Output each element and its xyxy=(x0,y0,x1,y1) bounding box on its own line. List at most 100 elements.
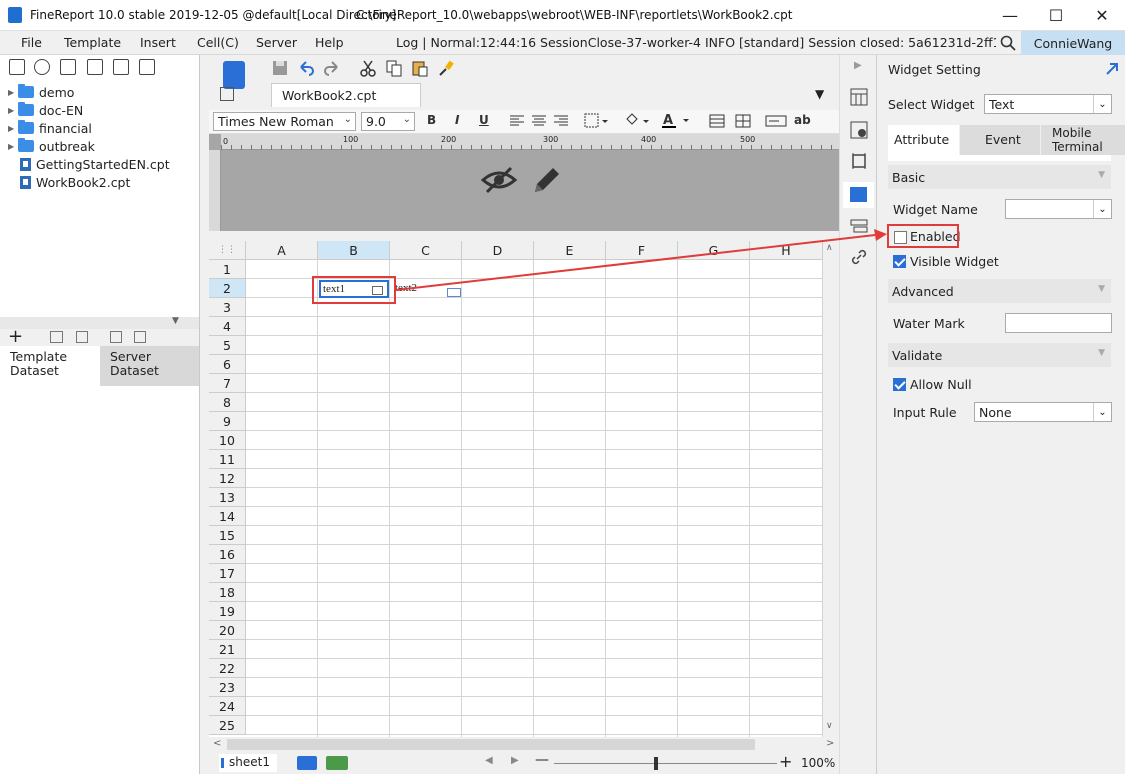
row-header[interactable]: 2 xyxy=(209,279,246,298)
row-header[interactable]: 18 xyxy=(209,583,246,602)
menu-server[interactable]: Server xyxy=(256,35,297,50)
cut-icon[interactable] xyxy=(359,59,377,77)
menu-help[interactable]: Help xyxy=(315,35,344,50)
close-button[interactable]: ✕ xyxy=(1079,0,1125,31)
expand-icon[interactable]: ▶ xyxy=(8,124,18,133)
font-name-select[interactable]: Times New Roman ⌄ xyxy=(213,112,356,131)
scroll-thumb[interactable] xyxy=(227,739,755,750)
copy-icon[interactable] xyxy=(139,59,155,75)
log-message[interactable]: Log | Normal:12:44:16 SessionClose-37-wo… xyxy=(396,35,996,50)
tree-folder-doc-en[interactable]: ▶ doc-EN xyxy=(8,101,83,119)
sheet-tab[interactable]: sheet1 xyxy=(219,754,277,772)
delete-dataset-icon[interactable] xyxy=(76,331,88,343)
column-header-d[interactable]: D xyxy=(462,241,534,260)
menu-template[interactable]: Template xyxy=(64,35,121,50)
tree-folder-outbreak[interactable]: ▶ outbreak xyxy=(8,137,95,155)
format-painter-icon[interactable] xyxy=(437,59,455,77)
row-header[interactable]: 15 xyxy=(209,526,246,545)
save-icon[interactable] xyxy=(271,59,289,77)
row-header[interactable]: 4 xyxy=(209,317,246,336)
merge-cells-icon[interactable] xyxy=(709,114,725,128)
row-header[interactable]: 10 xyxy=(209,431,246,450)
expand-right-icon[interactable]: ▶ xyxy=(854,60,862,71)
vertical-scrollbar[interactable]: ∧ ∨ xyxy=(823,241,839,737)
select-widget-dropdown[interactable]: Text ⌄ xyxy=(984,94,1112,114)
grid-icon[interactable] xyxy=(220,87,234,101)
prev-sheet-icon[interactable]: ◀ xyxy=(485,755,493,766)
column-header-g[interactable]: G xyxy=(678,241,750,260)
row-header[interactable]: 13 xyxy=(209,488,246,507)
settings-icon[interactable] xyxy=(87,59,103,75)
zoom-slider-handle[interactable] xyxy=(654,757,658,770)
new-folder-icon[interactable] xyxy=(9,59,25,75)
border-frame-icon[interactable] xyxy=(850,152,868,170)
tab-server-dataset[interactable]: Server Dataset xyxy=(100,346,199,386)
row-header[interactable]: 12 xyxy=(209,469,246,488)
zoom-slider[interactable] xyxy=(554,763,777,764)
expand-icon[interactable]: ▶ xyxy=(8,106,18,115)
paste-icon[interactable] xyxy=(411,59,429,77)
visible-widget-checkbox[interactable] xyxy=(893,255,906,268)
widget-setting-tab[interactable] xyxy=(843,182,874,208)
section-validate[interactable]: Validate ▼ xyxy=(888,343,1111,367)
vertical-splitter[interactable] xyxy=(200,55,209,774)
panel-splitter[interactable]: ▼ xyxy=(0,316,199,329)
cell-element-icon[interactable] xyxy=(850,88,868,106)
italic-button[interactable]: I xyxy=(455,113,459,127)
scroll-left-icon[interactable]: < xyxy=(213,738,221,749)
section-basic[interactable]: Basic ▼ xyxy=(888,165,1111,189)
row-header[interactable]: 20 xyxy=(209,621,246,640)
next-sheet-icon[interactable]: ▶ xyxy=(511,755,519,766)
column-header-h[interactable]: H xyxy=(750,241,823,260)
scroll-right-icon[interactable]: > xyxy=(826,738,834,749)
row-header[interactable]: 9 xyxy=(209,412,246,431)
bold-button[interactable]: B xyxy=(427,113,436,127)
tree-folder-demo[interactable]: ▶ demo xyxy=(8,83,74,101)
hide-eye-icon[interactable] xyxy=(481,164,517,196)
expand-icon[interactable]: ▶ xyxy=(8,142,18,151)
column-header-e[interactable]: E xyxy=(534,241,606,260)
font-color-icon[interactable]: A xyxy=(661,112,693,130)
tree-file-gettingstarted[interactable]: GettingStartedEN.cpt xyxy=(8,155,170,173)
column-header-c[interactable]: C xyxy=(390,241,462,260)
scroll-up-icon[interactable]: ∧ xyxy=(826,243,833,253)
properties-icon[interactable] xyxy=(60,59,76,75)
add-dataset-icon[interactable]: + xyxy=(8,326,23,347)
maximize-button[interactable]: ☐ xyxy=(1033,0,1079,31)
edit-pencil-icon[interactable] xyxy=(531,164,563,196)
row-header[interactable]: 11 xyxy=(209,450,246,469)
preview-icon[interactable] xyxy=(110,331,122,343)
refresh-icon[interactable] xyxy=(34,59,50,75)
condition-icon[interactable] xyxy=(850,217,868,235)
minimize-button[interactable]: — xyxy=(987,0,1033,31)
fill-color-icon[interactable] xyxy=(623,113,651,129)
split-cells-icon[interactable] xyxy=(735,114,751,128)
edit-icon[interactable] xyxy=(50,331,63,343)
tab-event[interactable]: Event xyxy=(960,125,1040,155)
row-header[interactable]: 6 xyxy=(209,355,246,374)
copy-icon[interactable] xyxy=(385,59,403,77)
tab-attribute[interactable]: Attribute xyxy=(888,125,959,155)
add-report-icon[interactable] xyxy=(326,756,348,770)
cell-attribute-icon[interactable] xyxy=(850,121,868,139)
tree-file-workbook2[interactable]: WorkBook2.cpt xyxy=(8,173,130,191)
tab-template-dataset[interactable]: Template Dataset xyxy=(0,346,100,386)
column-header-f[interactable]: F xyxy=(606,241,678,260)
zoom-in-icon[interactable]: + xyxy=(779,752,792,771)
hyperlink-icon[interactable] xyxy=(850,248,868,266)
widget-icon[interactable] xyxy=(765,115,787,127)
menu-file[interactable]: File xyxy=(21,35,42,50)
row-header[interactable]: 23 xyxy=(209,678,246,697)
font-size-select[interactable]: 9.0 ⌄ xyxy=(361,112,415,131)
add-sheet-icon[interactable] xyxy=(297,756,317,770)
zoom-out-icon[interactable]: — xyxy=(535,752,549,768)
tab-mobile-terminal[interactable]: Mobile Terminal xyxy=(1041,125,1125,155)
search-icon[interactable] xyxy=(1000,35,1016,51)
row-header[interactable]: 19 xyxy=(209,602,246,621)
section-advanced[interactable]: Advanced ▼ xyxy=(888,279,1111,303)
expand-panel-icon[interactable] xyxy=(1105,62,1119,76)
row-header[interactable]: 7 xyxy=(209,374,246,393)
align-center-icon[interactable] xyxy=(531,114,547,128)
tab-menu-icon[interactable]: ▼ xyxy=(815,87,824,101)
row-header[interactable]: 1 xyxy=(209,260,246,279)
